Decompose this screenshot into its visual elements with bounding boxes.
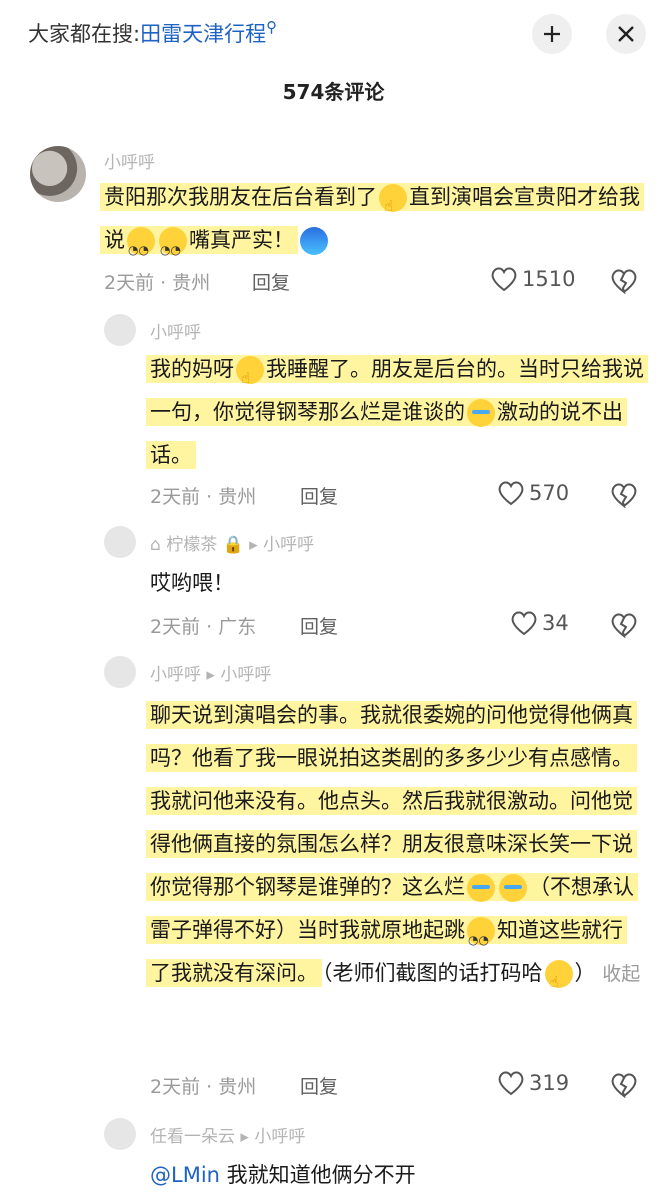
avatar[interactable] — [104, 1118, 136, 1150]
dislike-broken-heart-icon[interactable] — [610, 482, 638, 508]
reply-button[interactable]: 回复 — [300, 482, 338, 509]
avatar[interactable] — [104, 526, 136, 558]
comment-time-location: 2天前 · 贵州 — [150, 1076, 257, 1098]
comment-count: 574条评论 — [282, 80, 385, 104]
collapse-arrows-icon — [544, 26, 560, 42]
heart-icon — [491, 267, 517, 292]
comment-text: 哎哟喂！ — [150, 571, 234, 595]
reply-button[interactable]: 回复 — [252, 268, 290, 295]
close-icon — [618, 26, 634, 42]
trending-search-hint[interactable]: 大家都在搜:田雷天津行程⚲ — [28, 18, 277, 48]
like-button[interactable]: 34 — [510, 610, 569, 636]
comment-body: 哎哟喂！ — [150, 562, 630, 605]
heart-icon — [498, 1071, 524, 1096]
dislike-broken-heart-icon[interactable] — [610, 268, 638, 294]
reply-button[interactable]: 回复 — [300, 612, 338, 639]
like-count: 570 — [529, 481, 570, 505]
heart-icon — [498, 481, 524, 506]
comment-time-location: 2天前 · 贵州 — [150, 486, 257, 508]
comment-time-location: 2天前 · 贵州 — [104, 272, 211, 294]
heart-icon — [511, 611, 537, 636]
trending-search-prefix: 大家都在搜: — [28, 22, 141, 46]
comment-body: 我的妈呀我睡醒了。朋友是后台的。当时只给我说一句，你觉得钢琴那么烂是谁谈的激动的… — [146, 348, 648, 477]
close-button[interactable] — [606, 14, 646, 54]
comment-body: 贵阳那次我朋友在后台看到了直到演唱会宣贵阳才给我说嘴真严实！ — [100, 176, 644, 272]
like-button[interactable]: 319 — [497, 1070, 569, 1096]
comment-item: 任看一朵云 ▸ 小呼呼 @LMin 我就知道他俩分不开 — [0, 1116, 667, 1200]
comment-text: 我的妈呀 — [150, 357, 234, 381]
comment-username[interactable]: 小呼呼 ▸ 小呼呼 — [150, 660, 271, 685]
emoji-icon — [499, 874, 527, 902]
dislike-broken-heart-icon[interactable] — [610, 612, 638, 638]
trending-search-keyword[interactable]: 田雷天津行程 — [140, 22, 266, 46]
comment-username[interactable]: ⌂ 柠檬茶 🔒 ▸ 小呼呼 — [150, 530, 314, 555]
avatar[interactable] — [104, 314, 136, 346]
emoji-icon — [467, 399, 495, 427]
emoji-icon — [467, 917, 495, 962]
comment-text: ） — [574, 961, 596, 985]
avatar[interactable] — [104, 656, 136, 688]
comment-text: 聊天说到演唱会的事。我就很委婉的问他觉得他俩真吗？他看了我一眼说拍这类剧的多多少… — [150, 703, 633, 899]
like-count: 319 — [529, 1071, 570, 1095]
comment-body: 聊天说到演唱会的事。我就很委婉的问他觉得他俩真吗？他看了我一眼说拍这类剧的多多少… — [146, 694, 641, 1004]
like-count: 34 — [542, 611, 569, 635]
like-count: 1510 — [522, 267, 576, 291]
emoji-icon — [300, 227, 328, 255]
mention-link[interactable]: @LMin — [150, 1163, 220, 1187]
emoji-icon — [467, 874, 495, 902]
comment-item: 小呼呼 我的妈呀我睡醒了。朋友是后台的。当时只给我说一句，你觉得钢琴那么烂是谁谈… — [0, 312, 667, 512]
like-button[interactable]: 570 — [497, 480, 569, 506]
emoji-icon — [379, 184, 407, 228]
comment-item: 小呼呼 贵阳那次我朋友在后台看到了直到演唱会宣贵阳才给我说嘴真严实！ 2天前 ·… — [0, 140, 667, 300]
emoji-icon — [544, 960, 573, 1004]
minimize-button[interactable] — [532, 14, 572, 54]
collapse-link[interactable]: 收起 — [602, 963, 640, 985]
comment-time-location: 2天前 · 广东 — [150, 616, 257, 638]
top-bar: 大家都在搜:田雷天津行程⚲ — [0, 0, 667, 70]
avatar[interactable] — [30, 146, 86, 202]
emoji-icon — [159, 227, 187, 272]
comment-item: ⌂ 柠檬茶 🔒 ▸ 小呼呼 哎哟喂！ 2天前 · 广东 回复 34 — [0, 524, 667, 644]
dislike-broken-heart-icon[interactable] — [610, 1072, 638, 1098]
comment-item: 小呼呼 ▸ 小呼呼 聊天说到演唱会的事。我就很委婉的问他觉得他俩真吗？他看了我一… — [0, 654, 667, 1104]
search-icon: ⚲ — [266, 18, 278, 36]
reply-button[interactable]: 回复 — [300, 1072, 338, 1099]
comment-body: @LMin 我就知道他俩分不开 — [150, 1154, 630, 1197]
emoji-icon — [236, 356, 264, 400]
comment-text: （老师们截图的话打码哈 — [322, 961, 543, 985]
like-button[interactable]: 1510 — [490, 266, 575, 292]
comment-text: 嘴真严实！ — [189, 228, 294, 252]
comment-username[interactable]: 任看一朵云 ▸ 小呼呼 — [150, 1122, 305, 1147]
comment-text: 贵阳那次我朋友在后台看到了 — [104, 185, 377, 209]
emoji-icon — [127, 227, 155, 272]
comment-text: 我就知道他俩分不开 — [226, 1163, 416, 1187]
comment-username[interactable]: 小呼呼 — [104, 148, 155, 173]
comment-username[interactable]: 小呼呼 — [150, 318, 201, 343]
